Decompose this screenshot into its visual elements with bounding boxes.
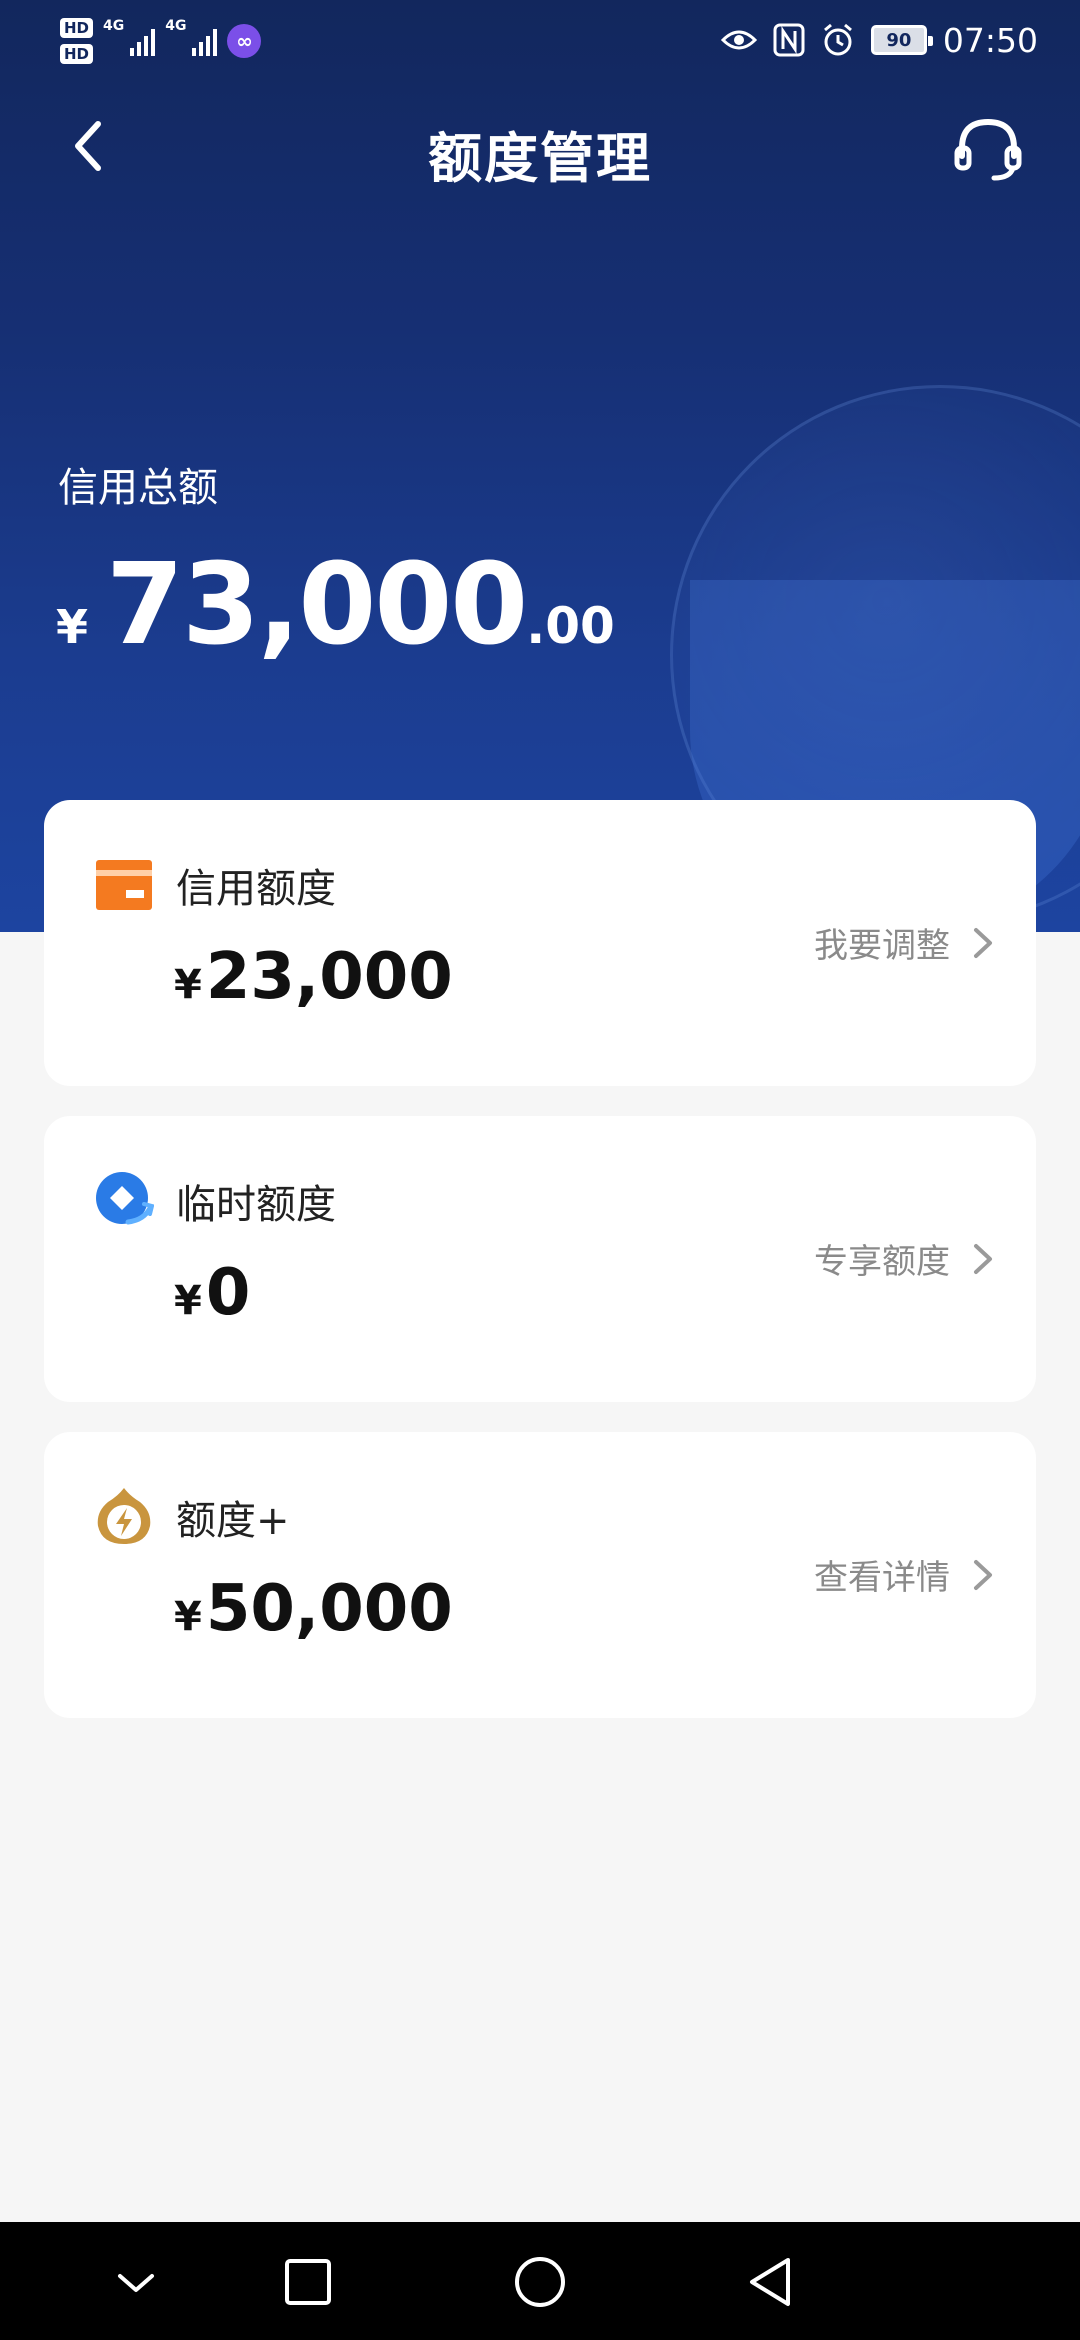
signal-bars-2-icon xyxy=(192,26,218,56)
card-title: 临时额度 xyxy=(176,1182,336,1228)
nfc-icon xyxy=(773,23,805,57)
lightning-drop-icon xyxy=(97,1488,151,1544)
total-integer: 73,000 xyxy=(106,540,528,670)
system-navigation-bar xyxy=(0,2222,1080,2340)
temporary-limit-card[interactable]: 临时额度 ¥ 0 专享额度 xyxy=(44,1116,1036,1402)
chevron-right-icon xyxy=(974,927,992,958)
chevron-right-icon xyxy=(974,1243,992,1274)
chevron-right-icon xyxy=(974,1559,992,1590)
card-amount: ¥ 50,000 xyxy=(174,1572,453,1646)
card-value: 50,000 xyxy=(205,1572,453,1646)
total-currency: ¥ xyxy=(56,600,89,654)
recent-apps-icon[interactable] xyxy=(278,2252,338,2312)
card-amount: ¥ 23,000 xyxy=(174,940,453,1014)
card-currency: ¥ xyxy=(174,962,202,1008)
back-triangle-icon[interactable] xyxy=(740,2252,800,2312)
view-details-link[interactable]: 查看详情 xyxy=(814,1550,996,1599)
hd-badge-1: HD xyxy=(60,18,94,38)
card-currency: ¥ xyxy=(174,1594,202,1640)
status-bar: HD HD 4G 4G ∞ 90 07:50 xyxy=(0,0,1080,78)
battery-level: 90 xyxy=(886,29,912,51)
hd-badge-2: HD xyxy=(60,44,94,64)
card-amount: ¥ 0 xyxy=(174,1256,250,1330)
page-title: 额度管理 xyxy=(428,127,652,190)
clock: 07:50 xyxy=(942,20,1038,60)
network-type-2: 4G xyxy=(165,18,187,34)
card-value: 0 xyxy=(205,1256,251,1330)
card-icon xyxy=(96,860,152,910)
adjust-link-label: 我要调整 xyxy=(814,926,950,966)
eye-icon xyxy=(720,30,757,50)
credit-limit-card[interactable]: 信用额度 ¥ 23,000 我要调整 xyxy=(44,800,1036,1086)
navigation-header: 额度管理 xyxy=(0,96,1080,196)
total-credit-label: 信用总额 xyxy=(58,465,218,511)
collapse-chevron-icon[interactable] xyxy=(106,2252,166,2312)
card-title: 额度+ xyxy=(176,1498,290,1544)
limit-plus-card[interactable]: 额度+ ¥ 50,000 查看详情 xyxy=(44,1432,1036,1718)
temp-credit-icon xyxy=(96,1172,154,1225)
card-currency: ¥ xyxy=(174,1278,202,1324)
headset-icon[interactable] xyxy=(952,114,1024,184)
signal-bars-1-icon xyxy=(130,26,156,56)
total-decimal: .00 xyxy=(526,597,615,655)
exclusive-limit-label: 专享额度 xyxy=(814,1242,950,1282)
total-credit-amount: ¥ 73,000 .00 xyxy=(56,540,615,670)
alarm-icon xyxy=(823,23,852,56)
card-title: 信用额度 xyxy=(176,866,336,912)
link-loop-icon: ∞ xyxy=(227,24,262,58)
exclusive-limit-link[interactable]: 专享额度 xyxy=(814,1234,996,1283)
view-details-label: 查看详情 xyxy=(814,1558,950,1598)
card-value: 23,000 xyxy=(205,940,453,1014)
adjust-link[interactable]: 我要调整 xyxy=(814,918,996,967)
battery-icon: 90 xyxy=(870,25,933,55)
home-icon[interactable] xyxy=(510,2252,570,2312)
network-type-1: 4G xyxy=(103,18,125,34)
